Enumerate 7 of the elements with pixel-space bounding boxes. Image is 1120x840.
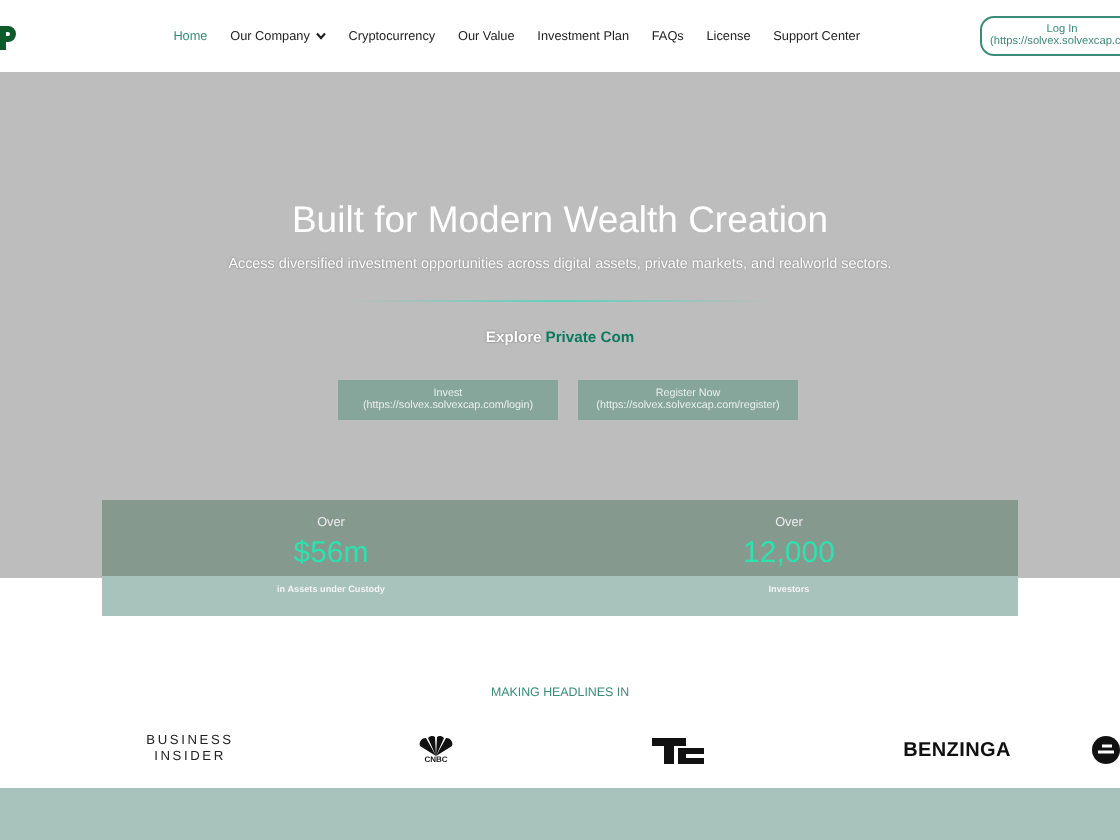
- logo-icon: [651, 737, 703, 763]
- press-logo: BENZINGA: [903, 739, 1011, 761]
- hero-title: Built for Modern Wealth Creation: [291, 198, 829, 242]
- stat-value: $56m: [293, 538, 369, 568]
- logo-icon[interactable]: [0, 22, 16, 50]
- logo-icon: [1092, 736, 1120, 764]
- stat-value: 12,000: [743, 538, 835, 568]
